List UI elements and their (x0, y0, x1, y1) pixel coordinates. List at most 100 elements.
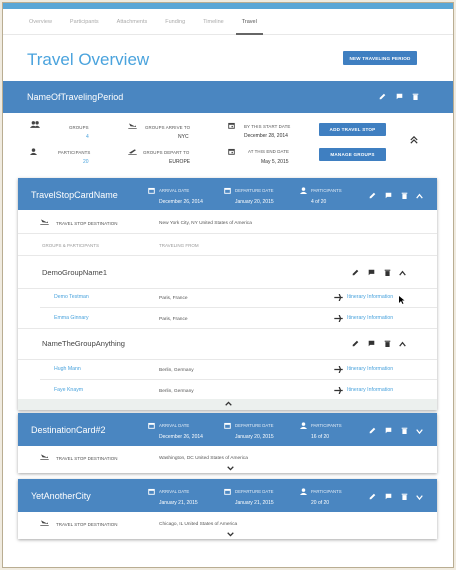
edit-icon[interactable] (379, 93, 386, 100)
calendar-icon (228, 122, 235, 129)
chevron-down-icon[interactable] (227, 466, 234, 473)
delete-icon[interactable] (401, 192, 408, 199)
participants-label: PARTICIPANTS (311, 423, 342, 428)
collapse-bar[interactable] (18, 399, 437, 410)
person-icon (300, 187, 307, 194)
add-travel-stop-button[interactable]: ADD TRAVEL STOP (319, 123, 386, 136)
comment-icon[interactable] (368, 340, 375, 347)
destination-label: TRAVEL STOP DESTINATION (56, 221, 118, 226)
tab-overview[interactable]: Overview (23, 9, 58, 35)
chevron-up-icon[interactable] (399, 341, 406, 348)
arrive-value: NYC (178, 134, 189, 140)
itinerary-link[interactable]: Itinerary Information (347, 294, 393, 300)
edit-icon[interactable] (352, 269, 359, 276)
calendar-icon (148, 422, 155, 429)
card-header: DestinationCard#2 ARRIVAL DATE December … (18, 413, 437, 446)
itinerary-link[interactable]: Itinerary Information (347, 387, 393, 393)
departure-value: January 21, 2015 (235, 500, 274, 506)
departure-value: January 20, 2015 (235, 199, 274, 205)
delete-icon[interactable] (384, 269, 391, 276)
manage-groups-button[interactable]: MANAGE GROUPS (319, 148, 386, 161)
airplane-icon (334, 366, 343, 373)
participant-name[interactable]: Emma Ginnary (54, 315, 89, 321)
participants-label: PARTICIPANTS (311, 489, 342, 494)
tab-participants[interactable]: Participants (64, 9, 105, 35)
person-icon (30, 148, 37, 155)
chevron-up-icon[interactable] (225, 401, 232, 408)
card-title: DestinationCard#2 (31, 425, 106, 435)
delete-icon[interactable] (401, 493, 408, 500)
departure-label: DEPARTURE DATE (235, 489, 274, 494)
chevron-up-icon[interactable] (399, 270, 406, 277)
flight-takeoff-icon (128, 148, 137, 155)
calendar-icon (148, 488, 155, 495)
double-chevron-up-icon[interactable] (410, 136, 418, 144)
divider (18, 359, 437, 360)
calendar-icon (228, 148, 235, 155)
comment-icon[interactable] (385, 493, 392, 500)
chevron-up-icon[interactable] (416, 193, 423, 200)
tab-timeline[interactable]: Timeline (197, 9, 230, 35)
period-header: NameOfTravelingPeriod (3, 81, 453, 113)
arrival-label: ARRIVAL DATE (159, 489, 190, 494)
arrive-label: GROUPS ARRIVE TO (145, 125, 191, 130)
tab-attachments[interactable]: Attachments (111, 9, 154, 35)
app-window: Overview Participants Attachments Fundin… (2, 2, 454, 568)
edit-icon[interactable] (369, 427, 376, 434)
participant-name[interactable]: Demo Testman (54, 294, 89, 300)
delete-icon[interactable] (401, 427, 408, 434)
destination-value: New York City, NY United States of Ameri… (159, 221, 252, 226)
page-title: Travel Overview (27, 50, 150, 69)
period-name: NameOfTravelingPeriod (27, 92, 124, 102)
person-icon (300, 488, 307, 495)
departure-value: January 20, 2015 (235, 434, 274, 440)
divider (40, 307, 437, 308)
tab-funding[interactable]: Funding (159, 9, 191, 35)
edit-icon[interactable] (369, 493, 376, 500)
groups-label: GROUPS (69, 125, 89, 130)
depart-value: EUROPE (169, 159, 191, 165)
divider (18, 328, 437, 329)
edit-icon[interactable] (369, 192, 376, 199)
divider (18, 255, 437, 256)
divider (18, 288, 437, 289)
itinerary-link[interactable]: Itinerary Information (347, 315, 393, 321)
arrival-value: December 26, 2014 (159, 434, 203, 440)
destination-label: TRAVEL STOP DESTINATION (56, 522, 118, 527)
groups-icon (30, 121, 40, 128)
participants-value: 20 (83, 159, 89, 165)
participants-label: PARTICIPANTS (311, 188, 342, 193)
new-traveling-period-button[interactable]: NEW TRAVELING PERIOD (343, 51, 417, 65)
calendar-icon (148, 187, 155, 194)
card-title: YetAnotherCity (31, 491, 91, 501)
delete-icon[interactable] (384, 340, 391, 347)
comment-icon[interactable] (385, 192, 392, 199)
itinerary-link[interactable]: Itinerary Information (347, 366, 393, 372)
travel-stop-card: TravelStopCardName ARRIVAL DATE December… (18, 178, 437, 410)
card-header: TravelStopCardName ARRIVAL DATE December… (18, 178, 437, 210)
traveling-from: Berlin, Germany (159, 368, 194, 373)
flight-land-icon (40, 519, 49, 526)
participants-value: 20 of 20 (311, 500, 330, 506)
airplane-icon (334, 294, 343, 301)
arrival-label: ARRIVAL DATE (159, 188, 190, 193)
chevron-down-icon[interactable] (416, 428, 423, 435)
comment-icon[interactable] (396, 93, 403, 100)
flight-land-icon (40, 453, 49, 460)
chevron-down-icon[interactable] (416, 494, 423, 501)
travel-stop-card: DestinationCard#2 ARRIVAL DATE December … (18, 413, 437, 473)
tab-travel[interactable]: Travel (235, 9, 263, 35)
group-name: NameTheGroupAnything (42, 339, 125, 348)
chevron-down-icon[interactable] (227, 532, 234, 539)
delete-icon[interactable] (412, 93, 419, 100)
groups-header: GROUPS & PARTICIPANTS (42, 243, 100, 248)
traveling-from: Paris, France (159, 296, 188, 301)
comment-icon[interactable] (385, 427, 392, 434)
participant-name[interactable]: Hugh Mann (54, 366, 81, 372)
flight-land-icon (40, 218, 49, 225)
flight-land-icon (128, 122, 137, 129)
comment-icon[interactable] (368, 269, 375, 276)
participant-name[interactable]: Faye Knaym (54, 387, 83, 393)
edit-icon[interactable] (352, 340, 359, 347)
airplane-icon (334, 387, 343, 394)
